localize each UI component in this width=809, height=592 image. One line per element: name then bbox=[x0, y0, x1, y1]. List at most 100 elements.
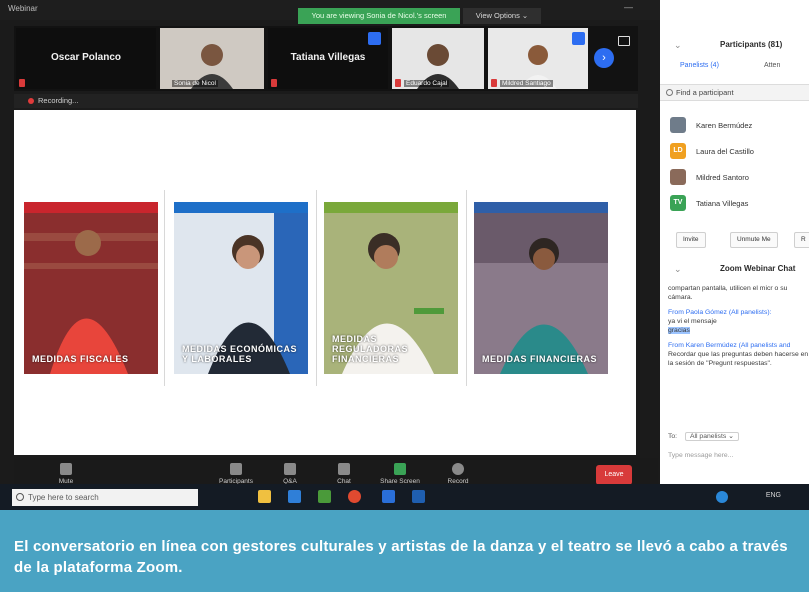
next-page-icon[interactable]: › bbox=[594, 48, 614, 68]
chat-header: ⌄ Zoom Webinar Chat bbox=[660, 262, 809, 276]
thumbnail-video-1[interactable]: Sonia de Nicol bbox=[160, 28, 264, 89]
collapse-chat-icon[interactable]: ⌄ bbox=[674, 264, 682, 275]
mute-button[interactable]: Mute bbox=[44, 460, 88, 485]
chat-message: compartan pantalla, utilicen el micr o s… bbox=[668, 285, 788, 301]
chat-sender: From Karen Bermúdez (All panelists and bbox=[668, 342, 791, 349]
find-participant-input[interactable]: Find a participant bbox=[660, 84, 809, 101]
divider bbox=[316, 190, 317, 386]
participant-name: Sonia de Nicol bbox=[172, 80, 218, 87]
side-panel: ⌄ Participants (81) Panelists (4) Atten … bbox=[660, 0, 809, 484]
recording-bar: Recording... bbox=[14, 94, 638, 108]
thumbnail-video-2[interactable]: Eduardo Cajal bbox=[392, 28, 484, 89]
participant-name: Karen Bermúdez bbox=[696, 121, 753, 130]
participant-row[interactable]: TV Tatiana Villegas bbox=[670, 193, 809, 219]
recipient-dropdown[interactable]: All panelists ⌄ bbox=[684, 432, 739, 441]
video-off-icon bbox=[368, 32, 381, 45]
app-icon[interactable] bbox=[318, 490, 331, 503]
collapse-participants-icon[interactable]: ⌄ bbox=[674, 40, 682, 51]
thumbnail-tatiana[interactable]: Tatiana Villegas bbox=[268, 28, 388, 89]
tab-panelists[interactable]: Panelists (4) bbox=[680, 62, 719, 69]
card-bar bbox=[324, 202, 458, 213]
participant-name: Tatiana Villegas bbox=[290, 52, 366, 63]
divider bbox=[466, 190, 467, 386]
chat-messages: compartan pantalla, utilicen el micr o s… bbox=[668, 284, 809, 374]
participant-row[interactable]: Mildred Santoro bbox=[670, 167, 809, 193]
chat-text: ya vi el mensaje bbox=[668, 318, 717, 325]
chat-sender: From Paola Gómez (All panelists): bbox=[668, 309, 772, 316]
word-icon[interactable] bbox=[412, 490, 425, 503]
qa-button[interactable]: Q&A bbox=[268, 460, 312, 485]
participants-tabs: Panelists (4) Atten bbox=[666, 62, 809, 74]
chat-recipient: To: All panelists ⌄ bbox=[668, 432, 739, 441]
participant-name: Oscar Polanco bbox=[50, 52, 122, 63]
card-caption: Medidas Fiscales bbox=[32, 354, 129, 364]
chat-to-label: To: bbox=[668, 433, 678, 440]
invite-button[interactable]: Invite bbox=[676, 232, 706, 248]
raise-hand-button[interactable]: R bbox=[794, 232, 809, 248]
muted-mic-icon bbox=[491, 79, 497, 87]
thumbnail-oscar[interactable]: Oscar Polanco bbox=[16, 28, 156, 89]
minimize-icon[interactable]: — bbox=[624, 2, 633, 12]
card-medidas-financieras: Medidas Financieras bbox=[474, 202, 608, 374]
card-bar bbox=[474, 202, 608, 213]
participant-row[interactable]: Karen Bermúdez bbox=[670, 115, 809, 141]
muted-mic-icon bbox=[271, 79, 277, 87]
participant-actions: Invite Unmute Me R bbox=[666, 232, 809, 248]
app-icon[interactable] bbox=[288, 490, 301, 503]
muted-mic-icon bbox=[395, 79, 401, 87]
photo-caption: El conversatorio en línea con gestores c… bbox=[14, 538, 788, 576]
taskbar-search[interactable]: Type here to search bbox=[12, 489, 198, 506]
search-placeholder: Type here to search bbox=[28, 493, 99, 502]
muted-mic-icon bbox=[19, 79, 25, 87]
card-bar bbox=[24, 202, 158, 213]
chrome-icon[interactable] bbox=[348, 490, 361, 503]
card-caption: Medidas Financieras bbox=[482, 354, 598, 364]
avatar: TV bbox=[670, 195, 686, 211]
window-title: Webinar bbox=[8, 4, 38, 13]
gallery-view-icon[interactable] bbox=[618, 36, 630, 46]
participant-row[interactable]: LD Laura del Castillo bbox=[670, 141, 809, 167]
participants-icon bbox=[230, 463, 242, 475]
search-icon bbox=[666, 89, 673, 96]
card-bar bbox=[174, 202, 308, 213]
avatar bbox=[670, 169, 686, 185]
record-button[interactable]: Record bbox=[436, 460, 480, 485]
photo-person bbox=[24, 213, 158, 374]
participants-button[interactable]: Participants bbox=[214, 460, 258, 485]
participant-name: Tatiana Villegas bbox=[696, 199, 749, 208]
leave-button[interactable]: Leave bbox=[596, 465, 632, 485]
participant-name: Eduardo Cajal bbox=[404, 80, 450, 87]
thumbnail-video-3[interactable]: Mildred Santiago bbox=[488, 28, 588, 89]
video-off-icon bbox=[572, 32, 585, 45]
sharing-banner: You are viewing Sonia de Nicol.'s screen bbox=[298, 8, 460, 24]
participants-title: Participants (81) bbox=[720, 40, 783, 49]
caption-band: El conversatorio en línea con gestores c… bbox=[0, 510, 809, 592]
shared-screen: Medidas Fiscales Medidas Económicas y La… bbox=[14, 110, 636, 455]
tab-attendees[interactable]: Atten bbox=[764, 62, 780, 69]
participant-name: Mildred Santiago bbox=[500, 80, 553, 87]
zoom-icon[interactable] bbox=[382, 490, 395, 503]
chat-text: Recordar que las preguntas deben hacerse… bbox=[668, 351, 809, 367]
find-placeholder: Find a participant bbox=[676, 88, 734, 97]
chat-title: Zoom Webinar Chat bbox=[720, 264, 796, 273]
chat-message: From Paola Gómez (All panelists): ya vi … bbox=[668, 308, 809, 335]
microphone-icon bbox=[60, 463, 72, 475]
chat-input[interactable]: Type message here... bbox=[668, 452, 733, 459]
recording-label: Recording... bbox=[38, 96, 79, 105]
file-explorer-icon[interactable] bbox=[258, 490, 271, 503]
card-caption: Medidas Reguladoras Financieras bbox=[332, 334, 409, 364]
view-options-button[interactable]: View Options ⌄ bbox=[463, 8, 541, 24]
avatar bbox=[670, 117, 686, 133]
share-screen-button[interactable]: Share Screen bbox=[378, 460, 422, 485]
card-medidas-reguladoras: Medidas Reguladoras Financieras bbox=[324, 202, 458, 374]
windows-taskbar: Type here to search ENG bbox=[0, 484, 809, 510]
screenshot: Webinar — You are viewing Sonia de Nicol… bbox=[0, 0, 809, 510]
chat-button[interactable]: Chat bbox=[322, 460, 366, 485]
card-caption: Medidas Económicas y Laborales bbox=[182, 344, 298, 364]
system-tray[interactable]: ENG bbox=[766, 492, 781, 499]
card-medidas-fiscales: Medidas Fiscales bbox=[24, 202, 158, 374]
card-medidas-economicas: Medidas Económicas y Laborales bbox=[174, 202, 308, 374]
unmute-me-button[interactable]: Unmute Me bbox=[730, 232, 778, 248]
chat-icon bbox=[338, 463, 350, 475]
tray-app-icon[interactable] bbox=[716, 491, 728, 503]
